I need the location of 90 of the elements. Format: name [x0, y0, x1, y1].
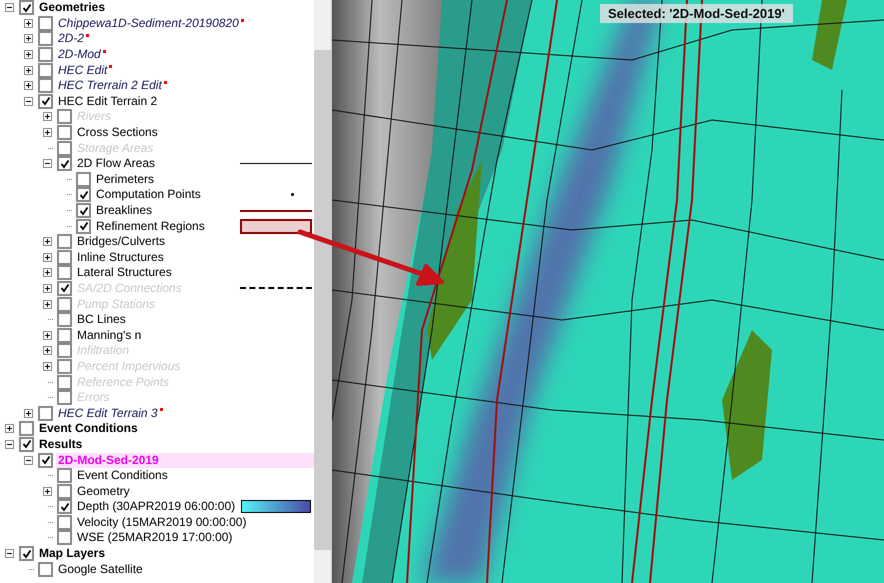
expand-icon[interactable] — [43, 112, 52, 122]
tree-item[interactable]: HEC Trerrain 2 Edit — [56, 78, 164, 94]
tree-item[interactable]: Google Satellite — [56, 562, 145, 577]
checkbox[interactable] — [38, 47, 53, 62]
checkbox[interactable] — [57, 312, 72, 328]
checkbox[interactable] — [57, 484, 72, 499]
tree-item[interactable]: Event Conditions — [37, 421, 140, 436]
collapse-icon[interactable] — [43, 159, 52, 168]
collapse-icon[interactable] — [24, 96, 33, 106]
expand-icon[interactable] — [24, 34, 33, 44]
tree-item[interactable]: Geometry — [75, 484, 132, 499]
checkbox[interactable] — [38, 562, 53, 577]
checkbox[interactable] — [57, 468, 72, 484]
checkbox[interactable] — [76, 203, 91, 218]
tree-item[interactable]: Refinement Regions — [94, 218, 207, 234]
tree-item[interactable]: HEC Edit — [56, 62, 110, 78]
checkbox[interactable] — [76, 172, 91, 187]
expand-icon[interactable] — [24, 81, 33, 90]
checkbox[interactable] — [57, 109, 72, 124]
checkbox[interactable] — [57, 140, 72, 156]
checkbox[interactable] — [57, 530, 72, 546]
expand-icon[interactable] — [5, 424, 14, 434]
checkbox[interactable] — [57, 156, 72, 172]
tree-item[interactable]: Computation Points — [94, 187, 203, 202]
checkbox[interactable] — [57, 125, 72, 140]
tree-item[interactable]: Lateral Structures — [75, 265, 174, 280]
checkbox[interactable] — [57, 374, 72, 390]
checkbox[interactable] — [19, 436, 34, 452]
expand-icon[interactable] — [43, 284, 52, 293]
expand-icon[interactable] — [24, 408, 33, 418]
tree-item[interactable]: Manning's n — [75, 328, 144, 343]
checkbox[interactable] — [57, 358, 72, 374]
checkbox[interactable] — [38, 31, 53, 46]
expand-icon[interactable] — [43, 128, 52, 138]
tree-item[interactable]: Results — [37, 436, 84, 452]
collapse-icon[interactable] — [5, 3, 14, 12]
checkbox[interactable] — [57, 250, 72, 265]
tree-item[interactable]: HEC Edit Terrain 3 — [56, 406, 160, 421]
checkbox[interactable] — [38, 78, 53, 94]
checkbox[interactable] — [19, 0, 34, 16]
checkbox[interactable] — [57, 390, 72, 406]
checkbox[interactable] — [57, 514, 72, 530]
checkbox[interactable] — [38, 94, 53, 109]
expand-icon[interactable] — [24, 50, 33, 60]
checkbox[interactable] — [76, 218, 91, 234]
checkbox[interactable] — [38, 406, 53, 421]
expand-icon[interactable] — [43, 362, 52, 371]
expand-icon[interactable] — [43, 346, 52, 356]
tree-item[interactable]: Map Layers — [37, 546, 108, 562]
checkbox[interactable] — [19, 546, 34, 562]
checkbox[interactable] — [38, 16, 53, 31]
tree-item[interactable]: Velocity (15MAR2019 00:00:00) — [75, 514, 248, 530]
expand-icon[interactable] — [43, 268, 52, 278]
tree-item[interactable]: 2D-Mod — [56, 47, 103, 62]
checkbox[interactable] — [57, 265, 72, 280]
tree-item[interactable]: Perimeters — [94, 172, 156, 187]
expand-icon[interactable] — [43, 300, 52, 309]
tree-item[interactable]: Depth (30APR2019 06:00:00) — [75, 499, 238, 514]
checkbox[interactable] — [76, 187, 91, 202]
expand-icon[interactable] — [43, 252, 52, 262]
tree-item[interactable]: HEC Edit Terrain 2 — [56, 94, 160, 109]
tree-item[interactable]: WSE (25MAR2019 17:00:00) — [75, 530, 234, 546]
expand-icon[interactable] — [43, 330, 52, 340]
expand-icon[interactable] — [24, 66, 33, 75]
checkbox[interactable] — [57, 234, 72, 250]
tree-item[interactable]: Cross Sections — [75, 125, 160, 140]
expand-icon[interactable] — [24, 18, 33, 28]
tree-item[interactable]: Chippewa1D-Sediment-20190820 — [56, 16, 241, 31]
checkbox[interactable] — [57, 328, 72, 343]
collapse-icon[interactable] — [5, 549, 14, 558]
tree-item[interactable]: Breaklines — [94, 203, 154, 218]
tree-item[interactable]: 2D Flow Areas — [75, 156, 158, 172]
checkbox[interactable] — [57, 499, 72, 514]
checkbox[interactable] — [57, 280, 72, 296]
tree-item[interactable]: Bridges/Culverts — [75, 234, 168, 250]
checkbox[interactable] — [19, 421, 34, 436]
checkbox[interactable] — [38, 452, 53, 468]
selection-label: Selected: '2D-Mod-Sed-2019' — [600, 4, 793, 23]
tree-item[interactable]: BC Lines — [75, 312, 128, 328]
tree-item[interactable]: Event Conditions — [75, 468, 170, 484]
checkbox[interactable] — [38, 62, 53, 78]
checkbox[interactable] — [57, 296, 72, 312]
tree-item[interactable]: Geometries — [37, 0, 108, 16]
collapse-icon[interactable] — [5, 440, 14, 449]
collapse-icon[interactable] — [24, 456, 33, 465]
tree-item[interactable]: Inline Structures — [75, 250, 166, 265]
tree-item[interactable]: 2D-2 — [56, 31, 86, 46]
expand-icon[interactable] — [43, 486, 52, 496]
checkbox[interactable] — [57, 343, 72, 358]
expand-icon[interactable] — [43, 237, 52, 246]
